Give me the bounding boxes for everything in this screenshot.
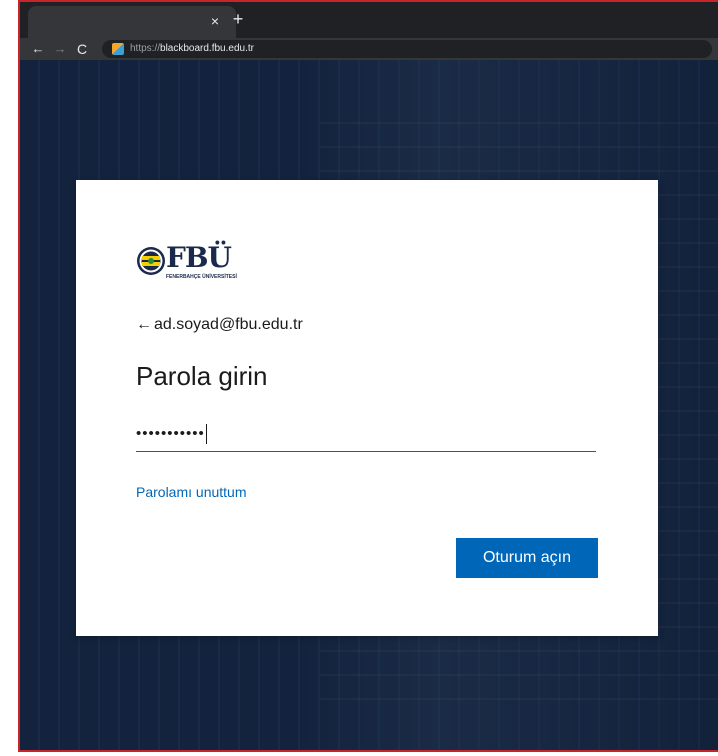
university-emblem-icon bbox=[137, 247, 165, 275]
forward-arrow-icon[interactable]: → bbox=[50, 39, 70, 59]
browser-toolbar: ← → C https://blackboard.fbu.edu.tr bbox=[20, 38, 718, 60]
url-scheme: https:// bbox=[130, 43, 161, 54]
page-title: Parola girin bbox=[136, 361, 268, 391]
url-host: blackboard.fbu.edu.tr bbox=[160, 43, 254, 54]
site-favicon-icon bbox=[112, 43, 124, 55]
back-arrow-icon[interactable]: ← bbox=[136, 314, 154, 336]
forgot-password-link[interactable]: Parolamı unuttum bbox=[136, 482, 247, 502]
login-card: FBÜ FENERBAHÇE ÜNİVERSİTESİ ← ad.soyad@fb… bbox=[76, 180, 658, 636]
sign-in-button[interactable]: Oturum açın bbox=[456, 538, 598, 578]
tab-close-icon[interactable]: × bbox=[206, 12, 224, 30]
password-input[interactable]: ••••••••••• bbox=[136, 418, 596, 452]
password-value: ••••••••••• bbox=[136, 424, 207, 445]
identity-email: ad.soyad@fbu.edu.tr bbox=[154, 316, 303, 333]
back-arrow-icon[interactable]: ← bbox=[28, 39, 48, 59]
reload-icon[interactable]: C bbox=[72, 39, 92, 59]
university-logo: FBÜ FENERBAHÇE ÜNİVERSİTESİ bbox=[136, 242, 256, 282]
new-tab-icon[interactable]: + bbox=[228, 10, 248, 30]
tab-strip: × + bbox=[20, 2, 718, 38]
address-bar[interactable]: https://blackboard.fbu.edu.tr bbox=[102, 40, 712, 58]
browser-window: × + ← → C https://blackboard.fbu.edu.tr … bbox=[18, 0, 718, 752]
text-caret bbox=[205, 424, 207, 445]
browser-tab[interactable]: × bbox=[28, 6, 236, 38]
logo-subtext: FENERBAHÇE ÜNİVERSİTESİ bbox=[166, 274, 237, 280]
password-masked-text: ••••••••••• bbox=[136, 425, 205, 442]
url-text: https://blackboard.fbu.edu.tr bbox=[130, 42, 254, 56]
logo-wordmark: FBÜ bbox=[166, 241, 232, 274]
identity-row[interactable]: ← ad.soyad@fbu.edu.tr bbox=[136, 314, 303, 336]
